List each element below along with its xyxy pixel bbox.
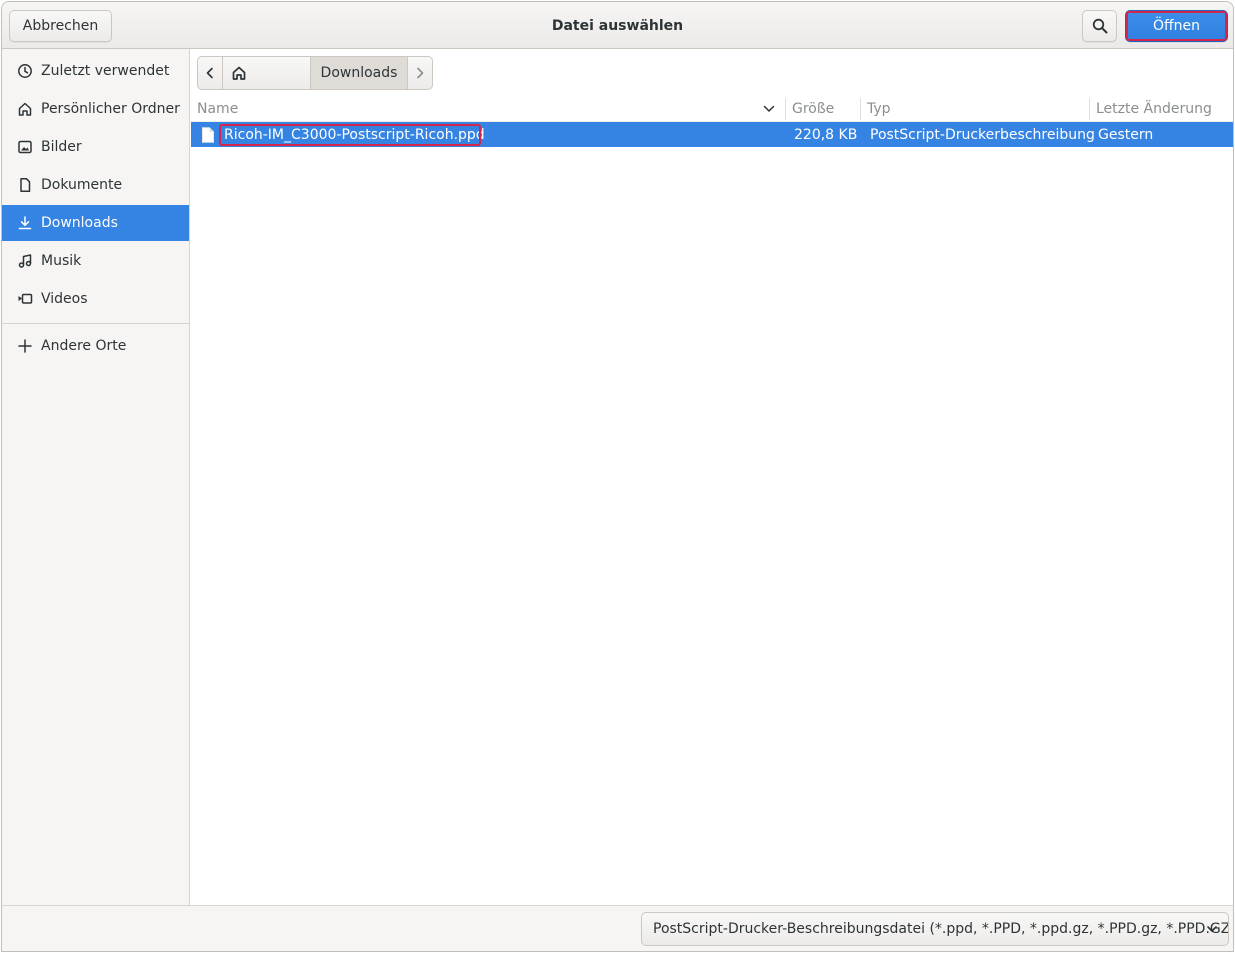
dialog-title: Datei auswählen — [551, 17, 684, 34]
chevron-left-icon — [206, 67, 213, 79]
sidebar-item-home[interactable]: Persönlicher Ordner — [2, 91, 189, 127]
file-chooser-dialog: Abbrechen Datei auswählen Öffnen Zuletzt… — [1, 1, 1234, 952]
search-button[interactable] — [1082, 10, 1117, 42]
file-name: Ricoh-IM_C3000-Postscript-Ricoh.ppd — [224, 126, 485, 143]
search-icon — [1092, 18, 1107, 34]
open-button[interactable]: Öffnen — [1125, 10, 1228, 42]
document-icon — [16, 176, 34, 194]
path-back-button[interactable] — [197, 56, 223, 90]
sidebar-item-other-locations[interactable]: Andere Orte — [2, 328, 189, 364]
cancel-button[interactable]: Abbrechen — [9, 10, 112, 42]
file-size: 220,8 KB — [794, 126, 858, 143]
home-icon — [16, 100, 34, 118]
sidebar-item-label: Persönlicher Ordner — [41, 101, 180, 117]
column-header-name[interactable]: Name — [191, 96, 785, 122]
sidebar-item-pictures[interactable]: Bilder — [2, 129, 189, 165]
video-icon — [16, 290, 34, 308]
home-icon — [232, 66, 246, 80]
bottom-bar: PostScript-Drucker-Beschreibungsdatei (*… — [2, 905, 1233, 951]
clock-icon — [16, 62, 34, 80]
path-bar: Downloads — [197, 56, 433, 90]
file-modified: Gestern — [1098, 126, 1154, 143]
column-header-size[interactable]: Größe — [786, 96, 859, 122]
header-bar: Abbrechen Datei auswählen Öffnen — [2, 2, 1233, 49]
column-type-label: Typ — [867, 101, 891, 117]
sidebar-item-label: Musik — [41, 253, 82, 269]
music-icon — [16, 252, 34, 270]
download-icon — [16, 214, 34, 232]
sidebar-item-label: Dokumente — [41, 177, 123, 193]
column-size-label: Größe — [792, 101, 835, 117]
path-home-button[interactable] — [222, 56, 311, 90]
file-type-filter-select[interactable]: PostScript-Drucker-Beschreibungsdatei (*… — [641, 912, 1229, 946]
sidebar-item-label: Andere Orte — [41, 338, 127, 354]
sidebar-separator — [2, 323, 189, 324]
column-header: Name Größe Typ Letzte Änderung — [191, 96, 1233, 122]
sidebar-item-label: Bilder — [41, 139, 82, 155]
file-type: PostScript-Druckerbeschreibung — [870, 126, 1095, 143]
image-icon — [16, 138, 34, 156]
sidebar: Zuletzt verwendet Persönlicher Ordner Bi… — [2, 49, 190, 905]
path-forward-button[interactable] — [407, 56, 433, 90]
file-list: Name Größe Typ Letzte Änderung Ricoh-IM_… — [191, 96, 1233, 905]
sidebar-item-videos[interactable]: Videos — [2, 281, 189, 317]
sidebar-item-music[interactable]: Musik — [2, 243, 189, 279]
sidebar-item-recent[interactable]: Zuletzt verwendet — [2, 53, 189, 89]
sort-descending-icon — [763, 105, 775, 112]
column-header-modified[interactable]: Letzte Änderung — [1090, 96, 1233, 122]
table-row[interactable]: Ricoh-IM_C3000-Postscript-Ricoh.ppd 220,… — [191, 122, 1233, 147]
plus-icon — [16, 337, 34, 355]
column-name-label: Name — [197, 101, 239, 117]
path-downloads-button[interactable]: Downloads — [310, 56, 408, 90]
column-modified-label: Letzte Änderung — [1096, 101, 1212, 117]
chevron-down-icon — [1207, 926, 1217, 932]
column-header-type[interactable]: Typ — [861, 96, 1089, 122]
file-icon — [201, 122, 215, 147]
chevron-right-icon — [417, 67, 424, 79]
sidebar-item-downloads[interactable]: Downloads — [2, 205, 189, 241]
sidebar-item-documents[interactable]: Dokumente — [2, 167, 189, 203]
filter-selected-label: PostScript-Drucker-Beschreibungsdatei (*… — [653, 921, 1229, 937]
sidebar-item-label: Downloads — [41, 215, 118, 231]
sidebar-item-label: Videos — [41, 291, 88, 307]
sidebar-item-label: Zuletzt verwendet — [41, 63, 170, 79]
